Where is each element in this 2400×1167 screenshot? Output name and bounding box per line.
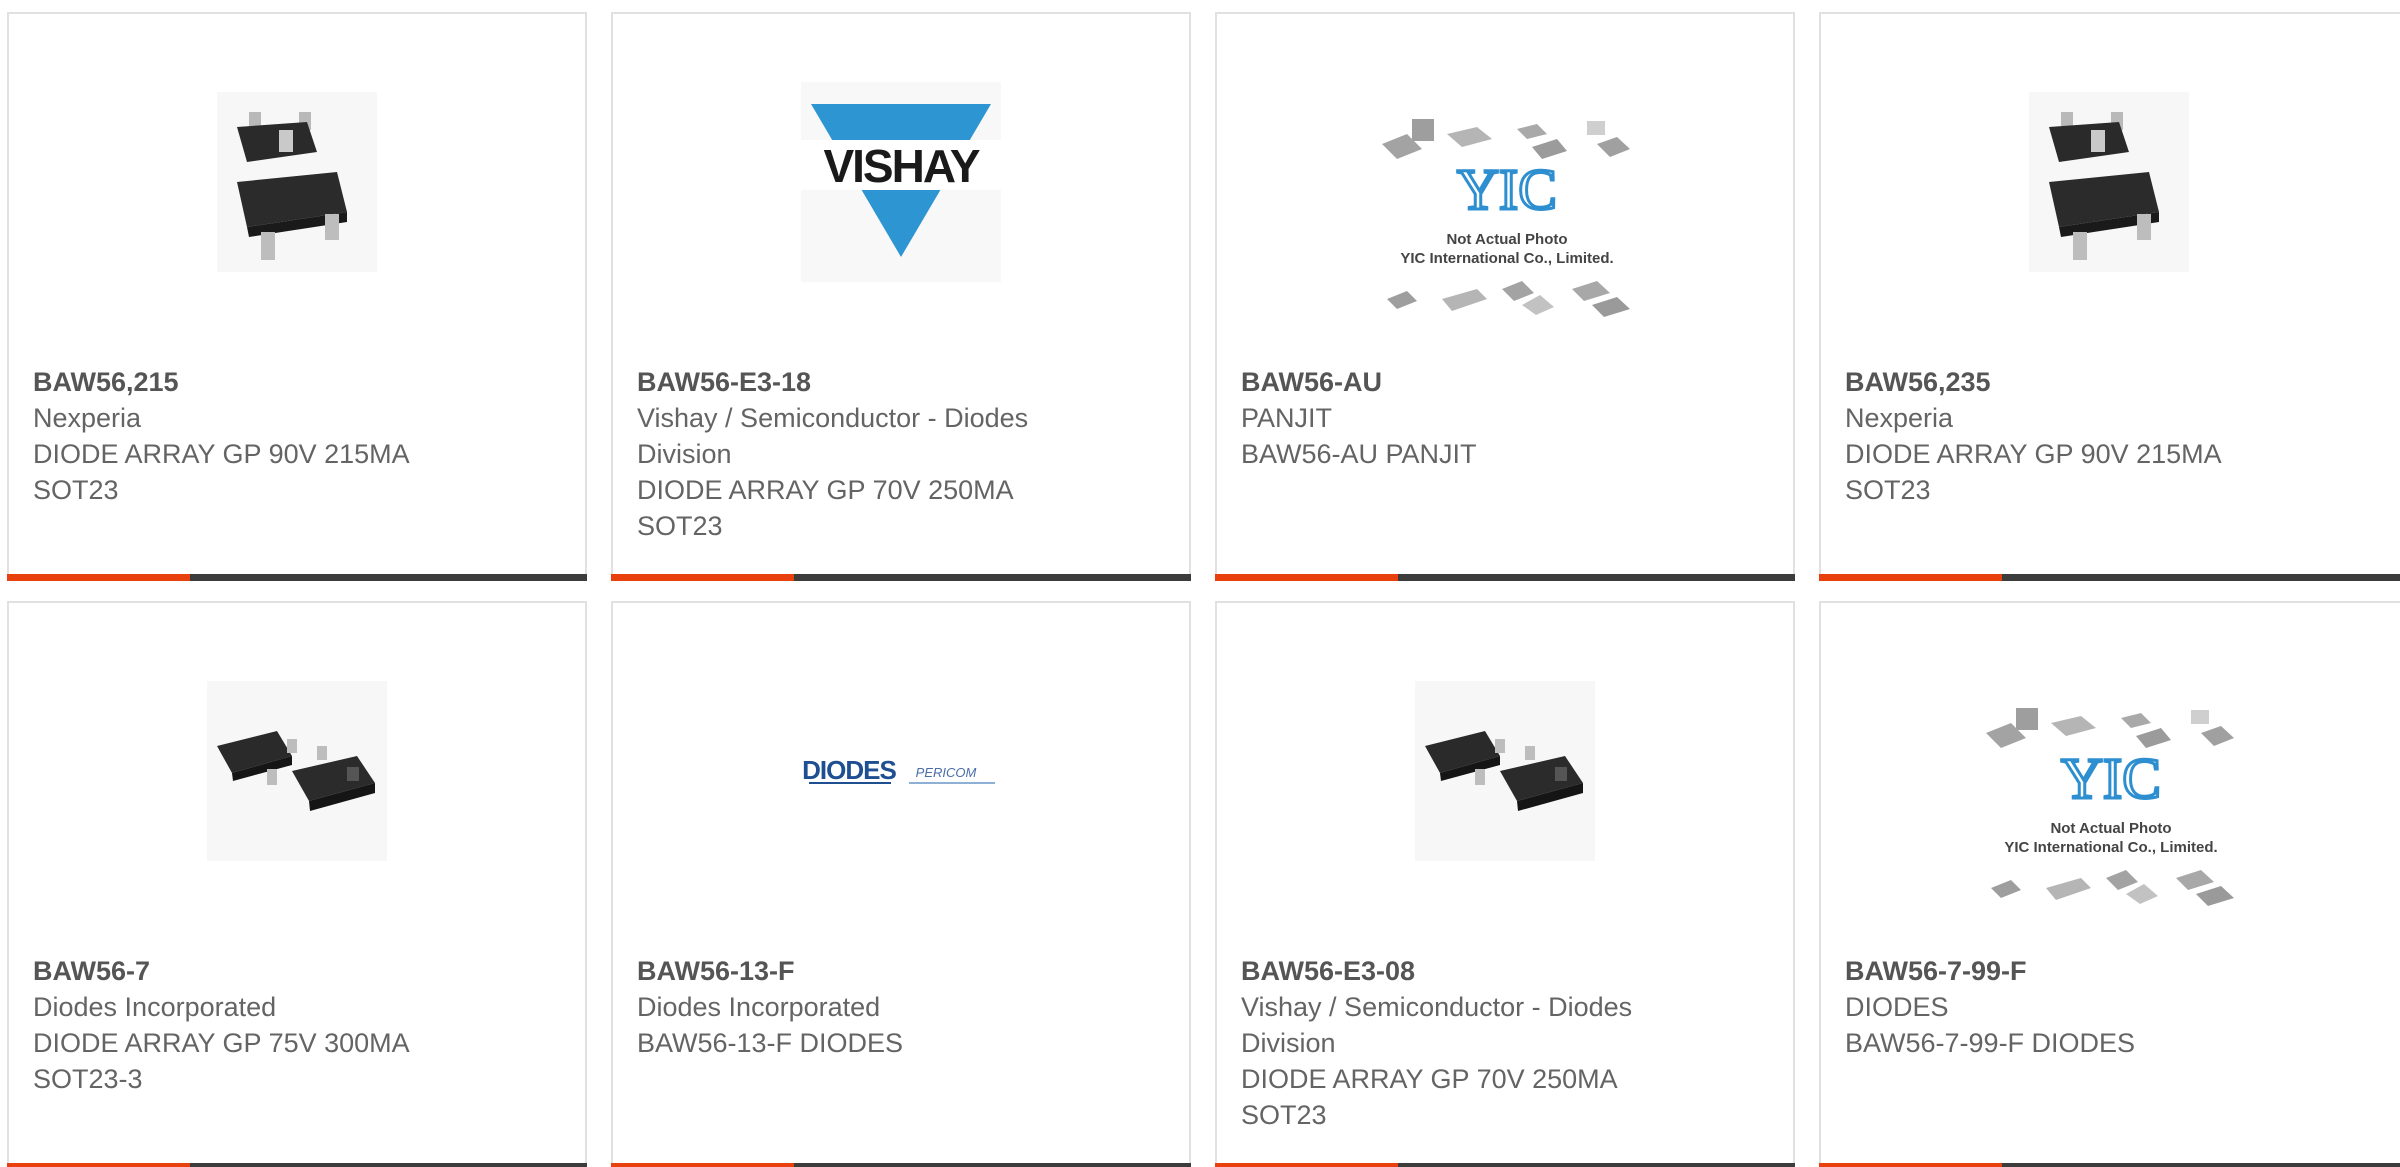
placeholder-line-1: Not Actual Photo xyxy=(2050,820,2171,837)
product-image[interactable] xyxy=(197,671,397,871)
manufacturer: Diodes Incorporated xyxy=(33,992,277,1022)
card-accent xyxy=(1215,1163,1398,1167)
vishay-logo-text: VISHAY xyxy=(823,140,979,192)
part-number[interactable]: BAW56-E3-18 xyxy=(637,364,1165,400)
part-number[interactable]: BAW56,235 xyxy=(1845,364,2376,400)
card-bottom-bar xyxy=(1215,574,1795,581)
sot23-package-icon xyxy=(2029,92,2189,272)
manufacturer: DIODES xyxy=(1845,992,1949,1022)
yic-logo-text: YIC xyxy=(2061,746,2161,811)
description: DIODE ARRAY GP 90V 215MA SOT23 xyxy=(1845,439,2221,505)
product-image[interactable]: YIC Not Actual Photo YIC International C… xyxy=(1372,99,1642,339)
manufacturer: Diodes Incorporated xyxy=(637,992,881,1022)
product-image[interactable] xyxy=(1405,671,1605,871)
pericom-logo-text: PERICOM xyxy=(916,765,977,780)
product-card[interactable]: VISHAY BAW56-E3-18 Vishay / Semiconducto… xyxy=(611,12,1191,581)
description: DIODE ARRAY GP 70V 250MA SOT23 xyxy=(1241,1064,1617,1130)
description: DIODE ARRAY GP 75V 300MA SOT23-3 xyxy=(33,1028,409,1094)
description: DIODE ARRAY GP 70V 250MA SOT23 xyxy=(637,475,1013,541)
vishay-logo-icon: VISHAY xyxy=(801,82,1001,282)
description: BAW56-AU PANJIT xyxy=(1241,439,1477,469)
part-number[interactable]: BAW56-7 xyxy=(33,953,561,989)
part-number[interactable]: BAW56-E3-08 xyxy=(1241,953,1769,989)
manufacturer: Vishay / Semiconductor - Diodes Division xyxy=(1241,992,1633,1058)
product-card[interactable]: BAW56,235 Nexperia DIODE ARRAY GP 90V 21… xyxy=(1819,12,2400,581)
product-info: BAW56-AU PANJIT BAW56-AU PANJIT xyxy=(1241,364,1769,472)
card-bottom-bar xyxy=(7,574,587,581)
product-image[interactable] xyxy=(197,82,397,282)
part-number[interactable]: BAW56,215 xyxy=(33,364,561,400)
product-card[interactable]: BAW56-7 Diodes Incorporated DIODE ARRAY … xyxy=(7,601,587,1167)
product-info: BAW56,235 Nexperia DIODE ARRAY GP 90V 21… xyxy=(1845,364,2376,508)
card-bottom-bar xyxy=(611,1163,1191,1167)
sot23-package-icon xyxy=(217,92,377,272)
manufacturer: Nexperia xyxy=(33,403,142,433)
product-image[interactable]: YIC Not Actual Photo YIC International C… xyxy=(1976,688,2246,928)
product-grid: BAW56,215 Nexperia DIODE ARRAY GP 90V 21… xyxy=(0,0,2400,1167)
manufacturer: Vishay / Semiconductor - Diodes Division xyxy=(637,403,1029,469)
part-number[interactable]: BAW56-13-F xyxy=(637,953,1165,989)
card-accent xyxy=(611,574,794,581)
product-card[interactable]: YIC Not Actual Photo YIC International C… xyxy=(1819,601,2400,1167)
product-image[interactable]: DIODES PERICOM xyxy=(801,671,1001,871)
product-info: BAW56,215 Nexperia DIODE ARRAY GP 90V 21… xyxy=(33,364,561,508)
product-card[interactable]: YIC Not Actual Photo YIC International C… xyxy=(1215,12,1795,581)
description: DIODE ARRAY GP 90V 215MA SOT23 xyxy=(33,439,409,505)
yic-placeholder-icon: YIC Not Actual Photo YIC International C… xyxy=(1976,688,2246,928)
placeholder-line-1: Not Actual Photo xyxy=(1446,231,1567,248)
card-accent xyxy=(7,1163,190,1167)
placeholder-line-2: YIC International Co., Limited. xyxy=(2004,839,2217,856)
description: BAW56-7-99-F DIODES xyxy=(1845,1028,2136,1058)
manufacturer: Nexperia xyxy=(1845,403,1954,433)
part-number[interactable]: BAW56-AU xyxy=(1241,364,1769,400)
product-card[interactable]: BAW56,215 Nexperia DIODE ARRAY GP 90V 21… xyxy=(7,12,587,581)
diodes-logo-text: DIODES xyxy=(802,755,896,785)
card-bottom-bar xyxy=(611,574,1191,581)
product-info: BAW56-13-F Diodes Incorporated BAW56-13-… xyxy=(637,953,1165,1061)
sot23-pair-icon xyxy=(1415,681,1595,861)
description: BAW56-13-F DIODES xyxy=(637,1028,904,1058)
product-info: BAW56-E3-08 Vishay / Semiconductor - Dio… xyxy=(1241,953,1769,1133)
product-info: BAW56-7 Diodes Incorporated DIODE ARRAY … xyxy=(33,953,561,1097)
yic-placeholder-icon: YIC Not Actual Photo YIC International C… xyxy=(1372,99,1642,339)
placeholder-line-2: YIC International Co., Limited. xyxy=(1400,250,1613,267)
card-bottom-bar xyxy=(1215,1163,1795,1167)
card-accent xyxy=(1819,1163,2002,1167)
card-bottom-bar xyxy=(1819,1163,2400,1167)
product-image[interactable] xyxy=(2009,82,2209,282)
part-number[interactable]: BAW56-7-99-F xyxy=(1845,953,2376,989)
card-bottom-bar xyxy=(1819,574,2400,581)
sot23-pair-icon xyxy=(207,681,387,861)
manufacturer: PANJIT xyxy=(1241,403,1333,433)
yic-logo-text: YIC xyxy=(1457,157,1557,222)
product-card[interactable]: BAW56-E3-08 Vishay / Semiconductor - Dio… xyxy=(1215,601,1795,1167)
product-card[interactable]: DIODES PERICOM BAW56-13-F Diodes Incorpo… xyxy=(611,601,1191,1167)
card-accent xyxy=(7,574,190,581)
card-accent xyxy=(1819,574,2002,581)
card-accent xyxy=(1215,574,1398,581)
product-image[interactable]: VISHAY xyxy=(801,82,1001,282)
card-bottom-bar xyxy=(7,1163,587,1167)
card-accent xyxy=(611,1163,794,1167)
product-info: BAW56-E3-18 Vishay / Semiconductor - Dio… xyxy=(637,364,1165,544)
diodes-pericom-logo-icon: DIODES PERICOM xyxy=(802,755,995,785)
product-info: BAW56-7-99-F DIODES BAW56-7-99-F DIODES xyxy=(1845,953,2376,1061)
